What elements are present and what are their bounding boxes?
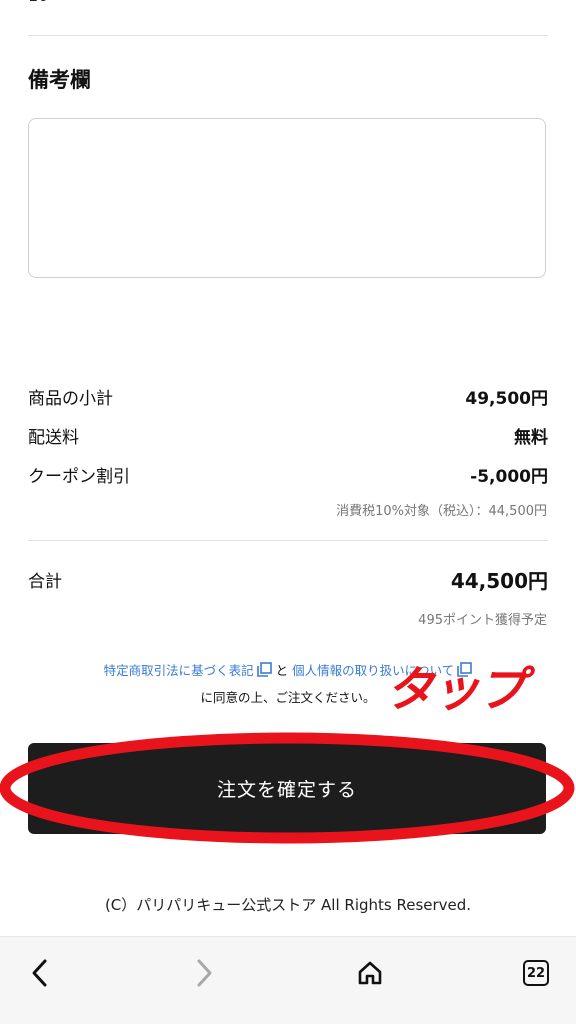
cutoff-text: 10	[28, 0, 48, 5]
legal-notice-link[interactable]: 特定商取引法に基づく表記	[104, 663, 254, 678]
total-row: 合計 44,500円	[28, 565, 548, 594]
home-icon	[358, 961, 382, 985]
points-note: 495ポイント獲得予定	[418, 613, 547, 628]
coupon-label: クーポン割引	[28, 467, 130, 487]
home-button[interactable]	[350, 953, 390, 993]
chevron-right-icon	[197, 959, 212, 987]
back-button[interactable]	[20, 953, 60, 993]
tabs-button[interactable]: 22	[516, 953, 556, 993]
coupon-value: -5,000円	[470, 467, 548, 487]
browser-toolbar: 22	[0, 936, 576, 1024]
notes-textarea[interactable]	[28, 118, 546, 278]
total-value: 44,500円	[450, 569, 548, 593]
subtotal-value: 49,500円	[465, 389, 548, 409]
forward-button[interactable]	[184, 953, 224, 993]
chevron-left-icon	[32, 959, 47, 987]
agreement-connector: と	[275, 663, 289, 678]
divider	[28, 540, 548, 541]
copyright: (C）パリパリキュー公式ストア All Rights Reserved.	[104, 896, 472, 914]
shipping-value: 無料	[514, 428, 548, 448]
confirm-order-button[interactable]: 注文を確定する	[28, 743, 546, 834]
divider	[28, 35, 548, 36]
total-label: 合計	[28, 572, 62, 592]
shipping-row: 配送料 無料	[28, 423, 548, 448]
external-link-icon	[256, 662, 272, 677]
tap-annotation: タップ	[386, 662, 526, 718]
tab-count-badge: 22	[523, 960, 549, 986]
notes-title: 備考欄	[28, 68, 91, 92]
shipping-label: 配送料	[28, 428, 79, 448]
subtotal-row: 商品の小計 49,500円	[28, 384, 548, 409]
tax-note: 消費税10%対象（税込）：44,500円	[336, 504, 547, 519]
subtotal-label: 商品の小計	[28, 389, 113, 409]
coupon-row: クーポン割引 -5,000円	[28, 462, 548, 487]
